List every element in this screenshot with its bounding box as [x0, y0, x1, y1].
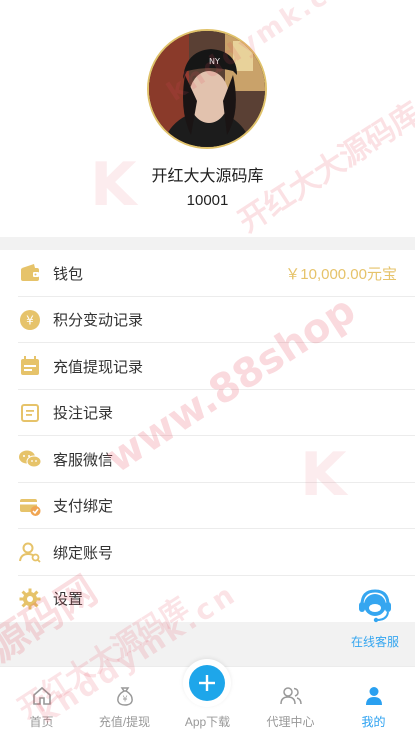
wallet-icon — [18, 261, 42, 285]
online-service-button[interactable]: 在线客服 — [343, 586, 407, 658]
menu-item-label: 设置 — [53, 591, 84, 609]
online-service-label: 在线客服 — [350, 635, 399, 649]
tab-label: 代理中心 — [266, 715, 315, 729]
plus-icon — [189, 665, 225, 701]
home-icon — [0, 683, 83, 709]
menu-item-points-record[interactable]: ¥ 积分变动记录 — [0, 297, 415, 344]
tab-home[interactable]: 首页 — [0, 667, 83, 736]
tab-label: 首页 — [29, 715, 54, 729]
gear-icon — [18, 587, 42, 611]
avatar[interactable]: NY — [147, 29, 267, 149]
menu-item-label: 支付绑定 — [53, 498, 114, 516]
profile-header: NY 开红大大源码库 10001 — [0, 0, 415, 237]
user-search-icon — [18, 540, 42, 564]
svg-text:NY: NY — [209, 57, 220, 66]
headset-agent-icon — [343, 586, 407, 631]
svg-text:¥: ¥ — [26, 313, 34, 327]
menu-item-label: 钱包 — [53, 265, 84, 283]
tab-mine[interactable]: 我的 — [332, 667, 415, 736]
money-bag-icon: ¥ — [83, 683, 166, 709]
menu-item-bet-record[interactable]: 投注记录 — [0, 390, 415, 437]
svg-text:¥: ¥ — [122, 695, 127, 704]
document-list-icon — [18, 401, 42, 425]
menu-item-recharge-record[interactable]: 充值提现记录 — [0, 343, 415, 390]
tab-agent-center[interactable]: 代理中心 — [249, 667, 332, 736]
tab-label: App下载 — [184, 715, 231, 729]
menu-item-label: 充值提现记录 — [53, 358, 144, 376]
person-icon — [332, 683, 415, 709]
menu-item-wallet[interactable]: 钱包 ￥10,000.00元宝 — [0, 250, 415, 297]
app-download-button[interactable] — [183, 659, 231, 707]
menu-item-label: 投注记录 — [53, 405, 114, 423]
menu-item-label: 客服微信 — [53, 451, 114, 469]
tab-recharge[interactable]: ¥ 充值/提现 — [83, 667, 166, 736]
menu-item-bind-account[interactable]: 绑定账号 — [0, 529, 415, 576]
menu-list: 钱包 ￥10,000.00元宝 ¥ 积分变动记录 充值提现记录 投注记录 客服微… — [0, 250, 415, 622]
wechat-icon — [18, 447, 42, 471]
wallet-balance: ￥10,000.00元宝 — [285, 265, 397, 283]
user-id: 10001 — [186, 192, 229, 209]
calendar-record-icon — [18, 354, 42, 378]
tab-app-download[interactable]: App下载 — [166, 659, 249, 736]
card-bind-icon — [18, 494, 42, 518]
menu-item-label: 绑定账号 — [53, 544, 114, 562]
username: 开红大大源码库 — [151, 168, 264, 185]
points-coin-icon: ¥ — [18, 308, 42, 332]
menu-item-label: 积分变动记录 — [53, 312, 144, 330]
tab-label: 我的 — [361, 715, 386, 729]
menu-item-service-wechat[interactable]: 客服微信 — [0, 436, 415, 483]
my-page: NY 开红大大源码库 10001 钱包 ￥10,000.00元宝 ¥ 积分变动记… — [0, 0, 415, 736]
users-icon — [249, 683, 332, 709]
tab-label: 充值/提现 — [98, 715, 151, 729]
menu-item-payment-bind[interactable]: 支付绑定 — [0, 483, 415, 530]
bottom-tabbar: 首页 ¥ 充值/提现 App下载 代理中心 我的 — [0, 659, 415, 736]
